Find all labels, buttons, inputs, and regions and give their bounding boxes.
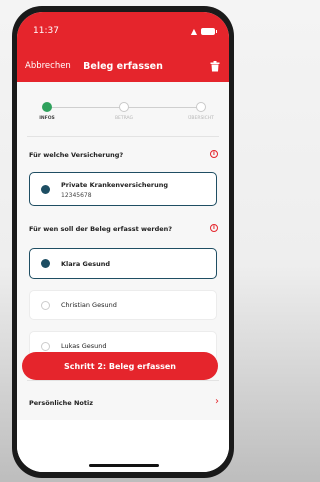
phone-frame: 11:37 ▲ Abbrechen Beleg erfassen INFOS B… bbox=[12, 6, 234, 478]
next-step-button[interactable]: Schritt 2: Beleg erfassen bbox=[22, 352, 218, 380]
info-icon[interactable]: i bbox=[210, 150, 218, 158]
insurance-number: 12345678 bbox=[61, 192, 92, 199]
step-1-label: INFOS bbox=[39, 116, 55, 121]
insurance-radio[interactable] bbox=[41, 185, 50, 194]
note-label: Persönliche Notiz bbox=[29, 399, 93, 407]
person-radio[interactable] bbox=[41, 259, 50, 268]
nav-bar: Abbrechen Beleg erfassen bbox=[25, 58, 221, 74]
home-indicator bbox=[89, 464, 159, 467]
app-header: 11:37 ▲ Abbrechen Beleg erfassen bbox=[17, 12, 229, 82]
status-bar: 11:37 ▲ bbox=[33, 24, 217, 38]
step-2-dot bbox=[119, 102, 129, 112]
step-indicator: INFOS BETRAG ÜBERSICHT bbox=[39, 96, 214, 126]
person-name: Klara Gesund bbox=[61, 260, 111, 268]
info-icon[interactable]: i bbox=[210, 224, 218, 232]
note-row[interactable]: Persönliche Notiz › bbox=[29, 392, 219, 414]
step-3-label: ÜBERSICHT bbox=[188, 116, 214, 121]
app-screen: 11:37 ▲ Abbrechen Beleg erfassen INFOS B… bbox=[17, 12, 229, 472]
person-radio[interactable] bbox=[41, 301, 50, 310]
person-question: Für wen soll der Beleg erfasst werden? bbox=[29, 225, 173, 233]
battery-icon bbox=[201, 27, 217, 35]
step-3-dot bbox=[196, 102, 206, 112]
trash-icon[interactable] bbox=[209, 60, 221, 72]
chevron-right-icon: › bbox=[215, 396, 219, 407]
person-option-klara[interactable]: Klara Gesund bbox=[29, 248, 217, 279]
person-name: Christian Gesund bbox=[61, 301, 117, 309]
divider bbox=[27, 136, 219, 137]
insurance-name: Private Krankenversicherung bbox=[61, 181, 168, 189]
person-radio[interactable] bbox=[41, 342, 50, 351]
person-name: Lukas Gesund bbox=[61, 342, 107, 350]
status-time: 11:37 bbox=[33, 26, 59, 36]
person-option-christian[interactable]: Christian Gesund bbox=[29, 290, 217, 320]
divider bbox=[27, 380, 219, 381]
step-1-dot bbox=[42, 102, 52, 112]
insurance-card[interactable]: Private Krankenversicherung 12345678 bbox=[29, 172, 217, 206]
cancel-button[interactable]: Abbrechen bbox=[25, 61, 71, 71]
wifi-icon: ▲ bbox=[190, 26, 197, 36]
form-content: INFOS BETRAG ÜBERSICHT Für welche Versic… bbox=[17, 82, 229, 472]
step-2-label: BETRAG bbox=[114, 116, 134, 121]
insurance-question: Für welche Versicherung? bbox=[29, 151, 124, 159]
